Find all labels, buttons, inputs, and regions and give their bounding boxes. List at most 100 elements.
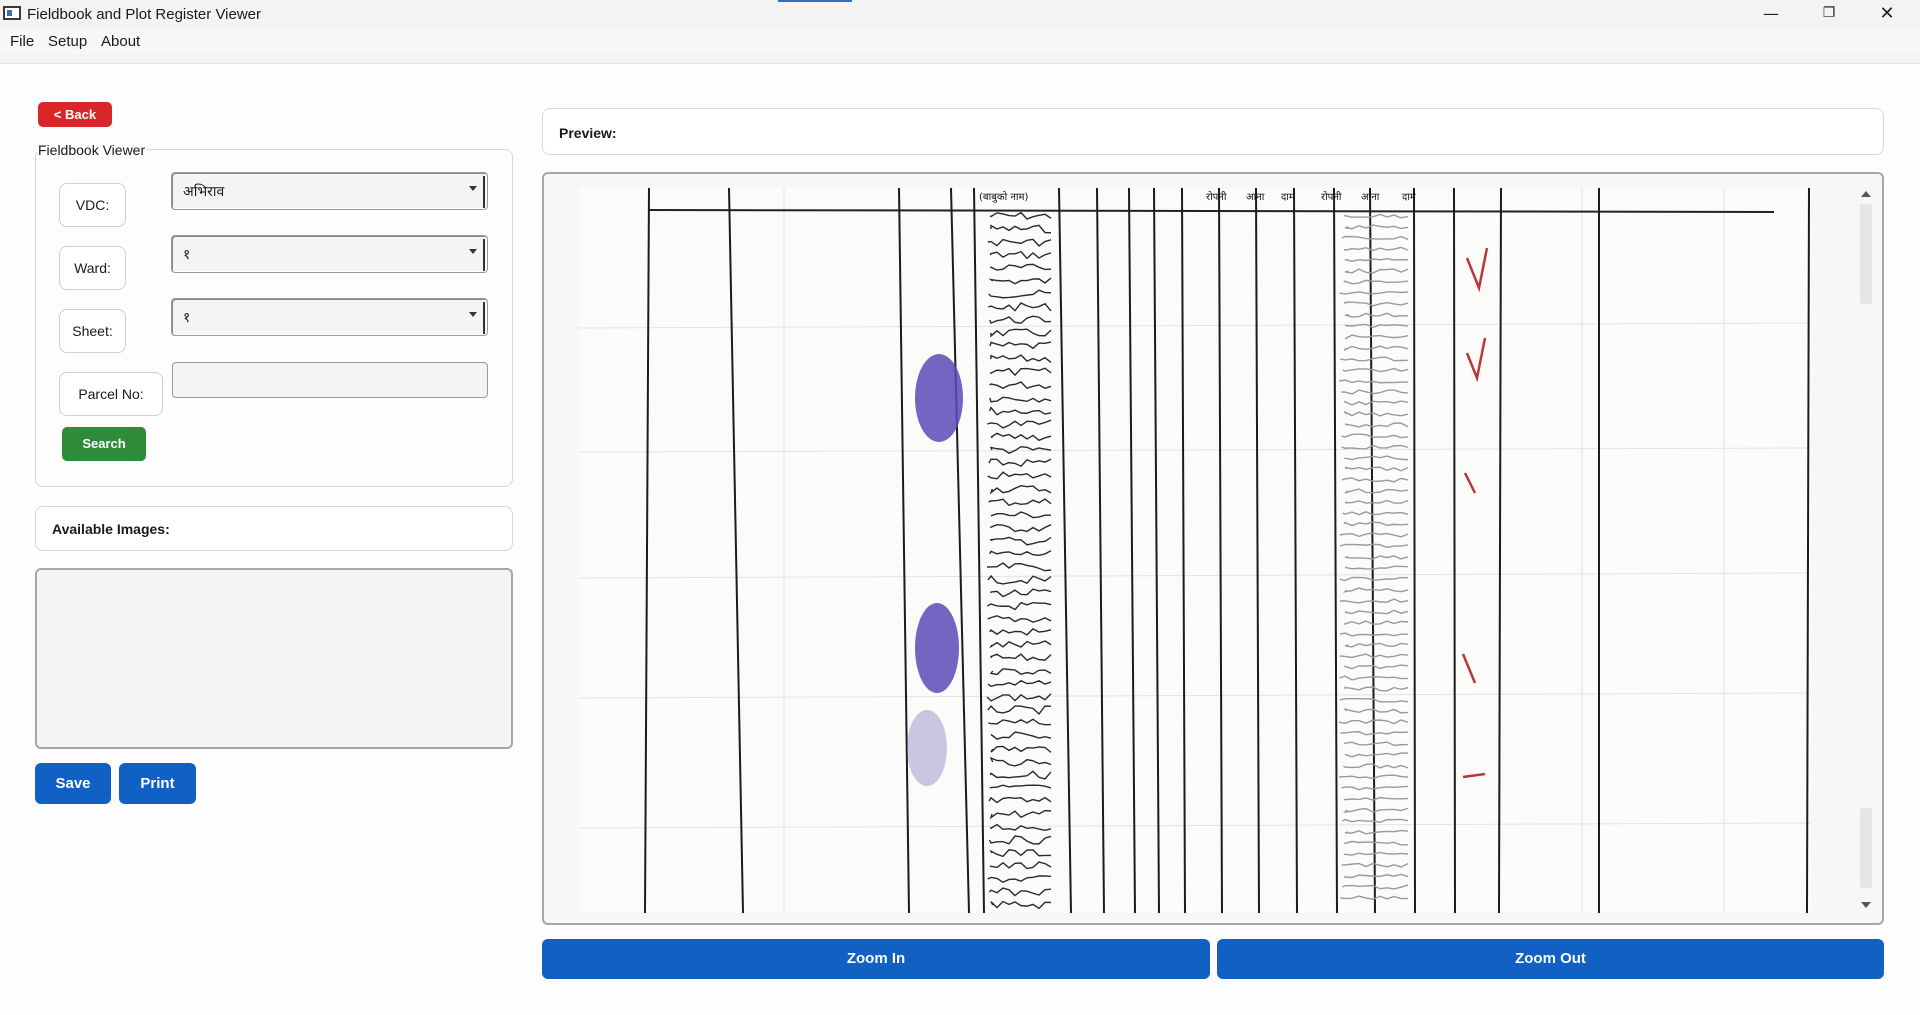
preview-vertical-scrollbar[interactable] (1856, 188, 1874, 913)
faint-handwriting-stroke (1343, 400, 1409, 406)
vdc-select[interactable]: अभिराव (171, 172, 488, 210)
handwriting-stroke (987, 875, 1052, 884)
faint-handwriting-stroke (1344, 555, 1409, 560)
faint-handwriting-stroke (1344, 224, 1409, 230)
faint-handwriting-stroke (1342, 367, 1409, 373)
sheet-label: Sheet: (59, 309, 126, 353)
handwriting-stroke (987, 601, 1052, 611)
faint-handwriting-stroke (1342, 807, 1409, 813)
available-images-list[interactable] (35, 568, 513, 749)
minimize-icon[interactable]: — (1742, 0, 1800, 29)
scan-header-4: रोपनी (1321, 191, 1342, 203)
handwriting-stroke (990, 823, 1052, 831)
faint-handwriting-stroke (1339, 576, 1409, 582)
handwriting-stroke (990, 354, 1052, 363)
handwriting-stroke (988, 458, 1052, 468)
image-preview-pane[interactable]: (बाबुको नाम) रोपनी आना दाम रोपनी आना दाम (542, 172, 1884, 925)
handwriting-stroke (988, 887, 1052, 897)
faint-handwriting-stroke (1342, 587, 1409, 593)
handwriting-stroke (987, 471, 1052, 480)
fieldbook-viewer-title: Fieldbook Viewer (37, 142, 147, 158)
faint-handwriting-stroke (1344, 312, 1409, 318)
chevron-down-icon (469, 312, 477, 317)
faint-handwriting-stroke (1339, 543, 1409, 549)
handwriting-stroke (989, 809, 1052, 820)
parcel-no-input[interactable] (172, 362, 488, 398)
faint-handwriting-stroke (1344, 829, 1409, 835)
handwriting-stroke (990, 731, 1052, 740)
handwriting-stroke (989, 484, 1052, 495)
scan-header-6: दाम (1402, 192, 1417, 203)
scroll-track-segment (1860, 808, 1872, 888)
menu-about[interactable]: About (101, 33, 140, 50)
chevron-down-icon (469, 249, 477, 254)
handwriting-stroke (989, 770, 1052, 780)
faint-handwriting-stroke (1344, 752, 1409, 758)
faint-handwriting-stroke (1343, 851, 1409, 856)
chevron-down-icon (469, 186, 477, 191)
preview-header: Preview: (542, 108, 1884, 155)
faint-handwriting-stroke (1343, 873, 1409, 879)
handwriting-stroke (989, 381, 1052, 390)
preview-label: Preview: (559, 125, 617, 141)
faint-handwriting-stroke (1344, 565, 1409, 570)
faint-handwriting-stroke (1343, 213, 1409, 219)
scan-header-3: दाम (1281, 192, 1296, 203)
scroll-down-icon[interactable] (1861, 902, 1871, 908)
ward-select[interactable]: १ (171, 235, 488, 273)
zoom-out-button[interactable]: Zoom Out (1217, 939, 1884, 979)
faint-handwriting-stroke (1343, 410, 1409, 417)
scroll-thumb[interactable] (1860, 204, 1872, 304)
handwriting-stroke (990, 224, 1052, 234)
faint-handwriting-stroke (1340, 356, 1409, 362)
print-button[interactable]: Print (119, 763, 196, 804)
handwriting-stroke (986, 693, 1052, 702)
faint-handwriting-stroke (1343, 686, 1409, 692)
save-button[interactable]: Save (35, 763, 111, 804)
back-button[interactable]: < Back (38, 102, 112, 127)
close-icon[interactable]: ✕ (1858, 0, 1916, 29)
handwriting-stroke (989, 263, 1052, 271)
faint-handwriting-stroke (1340, 632, 1409, 637)
faint-handwriting-stroke (1344, 455, 1409, 461)
scan-header-2: आना (1246, 192, 1265, 203)
faint-handwriting-stroke (1339, 532, 1409, 538)
handwriting-stroke (987, 679, 1052, 688)
handwriting-stroke (990, 328, 1052, 338)
faint-handwriting-stroke (1342, 511, 1409, 516)
zoom-in-button[interactable]: Zoom In (542, 939, 1210, 979)
handwriting-stroke (988, 796, 1052, 804)
window-title: Fieldbook and Plot Register Viewer (27, 6, 262, 23)
sheet-select-edge (483, 302, 485, 334)
handwriting-stroke (988, 718, 1052, 726)
scan-header-0: (बाबुको नाम) (979, 191, 1028, 203)
faint-handwriting-stroke (1343, 796, 1409, 801)
faint-handwriting-stroke (1344, 257, 1409, 263)
faint-handwriting-stroke (1341, 444, 1409, 450)
faint-handwriting-stroke (1344, 609, 1409, 615)
faint-handwriting-stroke (1339, 379, 1409, 384)
faint-handwriting-stroke (1341, 433, 1409, 439)
handwriting-stroke (988, 835, 1052, 845)
menu-setup[interactable]: Setup (48, 33, 87, 50)
scan-header-texts: (बाबुको नाम) रोपनी आना दाम रोपनी आना दाम (979, 191, 1417, 203)
handwriting-stroke (989, 756, 1052, 767)
search-button[interactable]: Search (62, 427, 146, 461)
faint-handwriting-stroke (1343, 840, 1409, 846)
handwriting-stroke (987, 419, 1052, 429)
handwriting-stroke (989, 550, 1052, 556)
handwriting-stroke (990, 511, 1051, 519)
maximize-icon[interactable]: ❐ (1800, 0, 1858, 29)
handwriting-stroke (988, 406, 1052, 416)
sheet-select[interactable]: १ (171, 298, 488, 336)
scroll-up-icon[interactable] (1861, 191, 1871, 197)
faint-handwriting-stroke (1344, 422, 1409, 428)
handwriting-marks (986, 211, 1409, 910)
faint-handwriting-stroke (1343, 708, 1409, 714)
available-images-label: Available Images: (52, 521, 170, 537)
menu-file[interactable]: File (10, 33, 34, 50)
title-bar: Fieldbook and Plot Register Viewer — ❐ ✕ (0, 0, 1920, 29)
handwriting-stroke (989, 315, 1052, 324)
faint-handwriting-stroke (1343, 521, 1409, 527)
faint-handwriting-stroke (1339, 291, 1409, 295)
